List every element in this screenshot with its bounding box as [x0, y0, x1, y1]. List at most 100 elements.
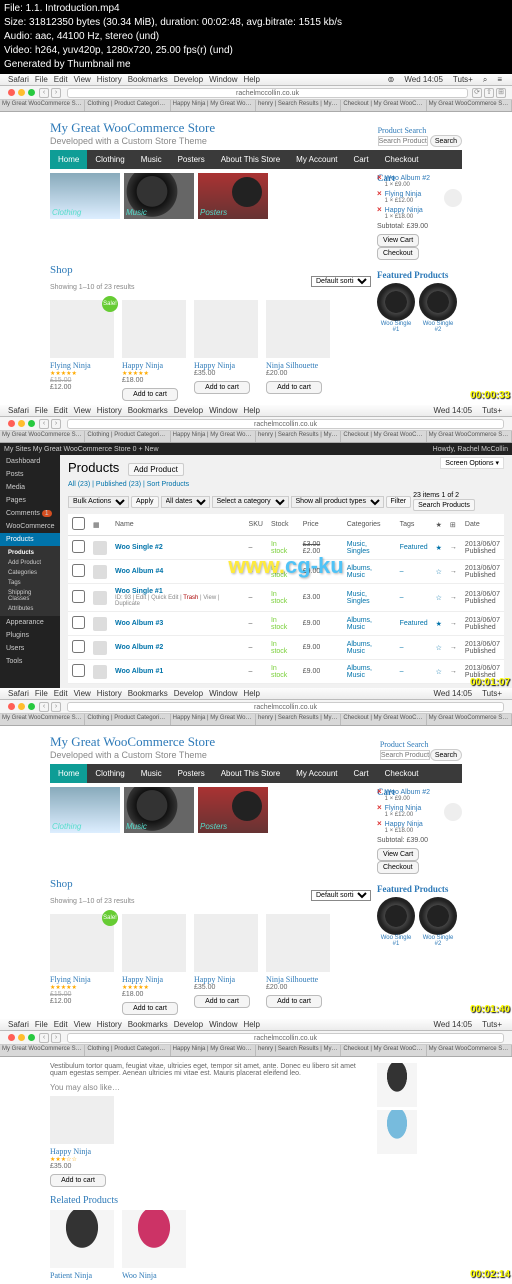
minimize-window-button[interactable]	[18, 420, 25, 427]
col-type[interactable]: ⊞	[446, 514, 461, 536]
filter-sort[interactable]: Sort Products	[147, 481, 189, 488]
add-to-cart-button[interactable]: Add to cart	[194, 381, 250, 394]
product-card[interactable]: Patient Ninja	[50, 1210, 114, 1280]
row-checkbox[interactable]	[72, 664, 85, 677]
row-checkbox[interactable]	[72, 540, 85, 553]
close-window-button[interactable]	[8, 89, 15, 96]
col-tags[interactable]: Tags	[396, 514, 432, 536]
col-name[interactable]: Name	[111, 514, 245, 536]
remove-icon[interactable]: ×	[377, 189, 382, 198]
menu-products[interactable]: Products	[0, 533, 60, 546]
col-sku[interactable]: SKU	[245, 514, 267, 536]
menu-history[interactable]: History	[97, 75, 122, 84]
back-button[interactable]: ‹	[39, 88, 49, 98]
nav-home[interactable]: Home	[50, 150, 87, 169]
submenu-tags[interactable]: Tags	[0, 578, 60, 588]
product-card[interactable]: Happy Ninja £35.00 Add to cart	[194, 300, 258, 401]
product-link[interactable]: Woo Album #2	[115, 644, 163, 651]
maximize-window-button[interactable]	[28, 420, 35, 427]
col-price[interactable]: Price	[299, 514, 343, 536]
types-select[interactable]: Show all product types	[291, 496, 384, 508]
nav-clothing[interactable]: Clothing	[87, 150, 132, 169]
nav-music[interactable]: Music	[133, 150, 170, 169]
product-link[interactable]: Woo Album #4	[115, 568, 163, 575]
menu-posts[interactable]: Posts	[0, 468, 60, 481]
search-products-button[interactable]: Search Products	[413, 499, 475, 511]
menu-edit[interactable]: Edit	[54, 75, 68, 84]
sort-select[interactable]: Default sorting	[311, 276, 371, 287]
row-checkbox[interactable]	[72, 616, 85, 629]
submenu-categories[interactable]: Categories	[0, 568, 60, 578]
browser-tab[interactable]: My Great WooCommerce Sto...	[0, 100, 85, 111]
view-cart-button[interactable]: View Cart	[377, 234, 419, 247]
dates-select[interactable]: All dates	[161, 496, 210, 508]
col-categories[interactable]: Categories	[343, 514, 396, 536]
add-product-button[interactable]: Add Product	[128, 463, 184, 476]
tags-cell[interactable]: –	[396, 660, 432, 684]
app-name[interactable]: Safari	[8, 406, 29, 415]
product-link[interactable]: Woo Album #3	[115, 620, 163, 627]
tags-cell[interactable]: –	[396, 584, 432, 612]
menu-develop[interactable]: Develop	[174, 75, 203, 84]
menu-appearance[interactable]: Appearance	[0, 616, 60, 629]
row-checkbox[interactable]	[72, 590, 85, 603]
product-link[interactable]: Woo Single #2	[115, 544, 163, 551]
product-link[interactable]: Woo Single #1	[115, 588, 163, 595]
browser-tab[interactable]: Checkout | My Great WooCo...	[341, 100, 426, 111]
minimize-window-button[interactable]	[18, 89, 25, 96]
menu-view[interactable]: View	[74, 75, 91, 84]
categories-cell[interactable]: Albums, Music	[343, 660, 396, 684]
search-input[interactable]	[378, 136, 428, 146]
submenu-shipping[interactable]: Shipping Classes	[0, 588, 60, 604]
tags-cell[interactable]: –	[396, 636, 432, 660]
nav-posters[interactable]: Posters	[170, 150, 213, 169]
remove-icon[interactable]: ×	[377, 205, 382, 214]
checkout-button[interactable]: Checkout	[377, 247, 419, 260]
tags-cell[interactable]: Featured	[396, 536, 432, 560]
nav-cart[interactable]: Cart	[346, 150, 377, 169]
row-checkbox[interactable]	[72, 564, 85, 577]
reload-button[interactable]: ⟳	[472, 88, 482, 98]
remove-icon[interactable]: ×	[377, 173, 382, 182]
featured-toggle[interactable]: ☆	[432, 560, 446, 584]
menu-plugins[interactable]: Plugins	[0, 629, 60, 642]
product-card[interactable]: Ninja Silhouette £20.00 Add to cart	[266, 300, 330, 401]
share-button[interactable]: ⇧	[484, 88, 494, 98]
filter-button[interactable]: Filter	[386, 496, 412, 508]
menu-pages[interactable]: Pages	[0, 494, 60, 507]
menu-bookmarks[interactable]: Bookmarks	[128, 75, 168, 84]
apply-button[interactable]: Apply	[131, 496, 159, 508]
search-icon[interactable]: ⌕	[483, 75, 487, 85]
add-to-cart-button[interactable]: Add to cart	[266, 381, 322, 394]
categories-cell[interactable]: Music, Singles	[343, 536, 396, 560]
address-bar[interactable]: rachelmccollin.co.uk	[67, 88, 468, 98]
menu-help[interactable]: Help	[244, 75, 260, 84]
back-button[interactable]: ‹	[39, 419, 49, 429]
bulk-actions-select[interactable]: Bulk Actions	[68, 496, 129, 508]
nav-checkout[interactable]: Checkout	[377, 150, 427, 169]
select-all-checkbox[interactable]	[72, 517, 85, 530]
nav-about[interactable]: About This Store	[213, 150, 288, 169]
product-card[interactable]: Happy Ninja ★★★★★ £18.00 Add to cart	[122, 300, 186, 401]
col-stock[interactable]: Stock	[267, 514, 299, 536]
search-button[interactable]: Search	[430, 135, 462, 147]
menu-icon[interactable]: ≡	[497, 75, 502, 84]
nav-account[interactable]: My Account	[288, 150, 345, 169]
browser-tab[interactable]: Happy Ninja | My Great Woo...	[171, 100, 256, 111]
featured-toggle[interactable]: ☆	[432, 636, 446, 660]
menu-users[interactable]: Users	[0, 642, 60, 655]
banner-music[interactable]: Music	[124, 173, 194, 219]
maximize-window-button[interactable]	[28, 89, 35, 96]
add-to-cart-button[interactable]: Add to cart	[122, 388, 178, 401]
tags-cell[interactable]: –	[396, 560, 432, 584]
menu-dashboard[interactable]: Dashboard	[0, 455, 60, 468]
submenu-add-product[interactable]: Add Product	[0, 558, 60, 568]
browser-tab[interactable]: My Great WooCommerce Sto...	[427, 100, 512, 111]
categories-cell[interactable]: Albums, Music	[343, 560, 396, 584]
featured-toggle[interactable]: ★	[432, 536, 446, 560]
menu-comments[interactable]: Comments 1	[0, 507, 60, 520]
col-date[interactable]: Date	[461, 514, 504, 536]
submenu-attributes[interactable]: Attributes	[0, 604, 60, 614]
category-select[interactable]: Select a category	[212, 496, 289, 508]
menu-media[interactable]: Media	[0, 481, 60, 494]
